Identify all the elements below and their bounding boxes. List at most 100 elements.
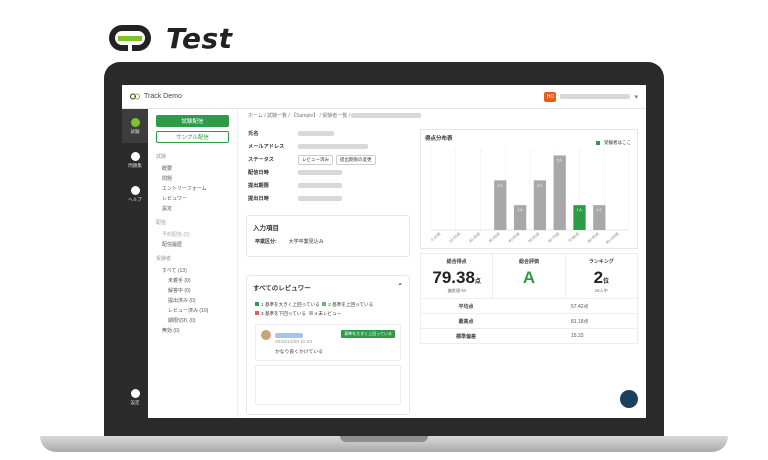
legend-dot: [255, 311, 259, 315]
sidebar-item-exam[interactable]: 試験: [122, 109, 148, 143]
legend-item: 4 未レビュー: [308, 311, 342, 316]
rank-value: 2位: [566, 268, 637, 288]
sidebar-item-settings[interactable]: 設定: [122, 380, 148, 414]
nav-item[interactable]: 設定: [156, 203, 229, 213]
brand: Test: [104, 18, 233, 58]
detail-row: 提出日時: [248, 192, 412, 205]
score-distribution-card: 得点分布表 受験者はここ 0-10点 10-20点 20-30点 2人 30-40点 1人…: [420, 129, 638, 249]
avatar: HO: [544, 91, 557, 102]
sidebar-item-label: 設定: [130, 399, 140, 405]
legend-label: 3 基準を下回っている: [261, 311, 306, 316]
detail-row: メールアドレス: [248, 140, 412, 153]
x-tick-label: 80-90点: [586, 231, 600, 244]
sidebar-item-label: ヘルプ: [128, 196, 142, 202]
detail-value-blurred: [298, 183, 342, 188]
sample-deliver-button[interactable]: サンプル配信: [156, 131, 229, 143]
card-title: すべてのレビュワー ⌃: [247, 276, 409, 298]
sidebar-item-help[interactable]: ヘルプ: [122, 177, 148, 211]
user-menu[interactable]: HO ▾: [544, 91, 638, 102]
stat-label: ランキング: [588, 259, 614, 265]
stat-row-key: 平均点: [458, 303, 474, 310]
score-panel: 得点分布表 受験者はここ 0-10点 10-20点 20-30点 2人 30-40点 1人…: [420, 129, 638, 344]
nav-item[interactable]: 解答中 (0): [156, 285, 229, 295]
deliver-exam-button[interactable]: 試験配信: [156, 115, 229, 127]
x-tick-label: 40-50点: [507, 231, 521, 244]
sidebar-item-label: 試験: [130, 128, 140, 134]
detail-key: 氏名: [248, 131, 259, 137]
legend-item: 1 基準を大きく上回っている: [255, 302, 320, 307]
breadcrumb-blurred: [351, 113, 422, 119]
legend-label: 2 基準を上回っている: [328, 302, 374, 307]
change-deadline-button[interactable]: 提出期限の変更: [336, 154, 376, 165]
legend-dot: [322, 302, 327, 306]
nav-section-title: 配信: [156, 220, 167, 226]
deviation-value: 偏差値 64: [447, 288, 466, 293]
x-tick-label: 0-10点: [430, 231, 442, 242]
reviewers-card: すべてのレビュワー ⌃ 1 基準を大きく上回っている 2 基準を上回っている 3 …: [246, 275, 410, 415]
nav-item[interactable]: レビュー済み (10): [156, 305, 229, 315]
nav-item[interactable]: 期限切れ (0): [156, 315, 229, 325]
detail-row: ステータス レビュー済み 提出期限の変更: [248, 153, 412, 166]
stat-row-key: 標準偏差: [455, 333, 476, 340]
sidebar-item-book[interactable]: 問題集: [122, 143, 148, 177]
brand-logo-icon: [109, 25, 151, 51]
bar-label: 2人: [537, 182, 543, 187]
user-email-blurred: [560, 94, 631, 99]
chevron-up-icon[interactable]: ⌃: [398, 282, 403, 290]
nav-item[interactable]: エントリーフォーム: [156, 183, 229, 193]
nav-item[interactable]: 提出済み (0): [156, 295, 229, 305]
exam-nav: 試験配信 サンプル配信 試験 概要 問題 エントリーフォーム レビュワー 設定 …: [148, 109, 238, 418]
total-score-stat: 総合得点 79.38点 偏差値 64: [421, 254, 494, 298]
detail-value-blurred: [298, 196, 342, 201]
app-logo-icon: [130, 93, 140, 100]
x-tick-label: 20-30点: [468, 231, 482, 244]
chat-icon[interactable]: [620, 390, 638, 408]
x-tick-label: 10-20点: [448, 231, 462, 244]
app-title[interactable]: Track Demo: [130, 93, 182, 100]
laptop-notch: [340, 436, 428, 442]
stat-row-value: 57.42点: [571, 303, 589, 310]
total-score-number: 79.38: [432, 268, 475, 287]
input-item-key: 卒業区分:: [255, 239, 277, 245]
book-icon: [130, 151, 140, 161]
brand-name: Test: [166, 21, 233, 55]
nav-item[interactable]: 無効 (0): [156, 325, 229, 335]
nav-item[interactable]: すべて (13): [156, 265, 229, 275]
nav-item[interactable]: 予約配信 (0): [156, 229, 229, 239]
review-legend: 1 基準を大きく上回っている 2 基準を上回っている 3 基準を下回っている 4…: [247, 298, 409, 320]
bar-label: 1人: [577, 207, 583, 212]
legend-label: 1 基準を大きく上回っている: [261, 302, 320, 307]
legend-label: 4 未レビュー: [314, 311, 342, 316]
stat-row: 最高点 81.18点: [420, 314, 638, 329]
x-tick-label: 90-100点: [605, 231, 620, 245]
nav-item[interactable]: 配信履歴: [156, 239, 229, 249]
nav-item[interactable]: 概要: [156, 163, 229, 173]
x-tick-label: 70-80点: [567, 231, 581, 244]
detail-value-blurred: [298, 131, 334, 136]
nav-section-title: 受験者: [156, 256, 172, 262]
nav-item[interactable]: 問題: [156, 173, 229, 183]
candidate-detail: 氏名 メールアドレス ステータス レビュー済み 提出期限の変更 配信日時 提出期限 …: [248, 127, 412, 205]
review-entry: 基準を大きく上回っている 2022/12/06 11:53 かなり良くかけている: [255, 324, 401, 361]
card-title: 入力項目: [253, 225, 279, 232]
stat-label: 総合評価: [518, 259, 539, 265]
legend-dot: [255, 302, 259, 306]
review-comment: かなり良くかけている: [275, 350, 323, 355]
bar-label: 2人: [498, 182, 504, 187]
sidebar-item-label: 問題集: [128, 162, 142, 168]
input-items-card: 入力項目 卒業区分: 大学卒業見込み: [246, 215, 410, 257]
chart-bar: [533, 180, 547, 230]
nav-item[interactable]: 未着手 (0): [156, 275, 229, 285]
breadcrumb-text[interactable]: ホーム / 試験一覧 / 【Sample】 / 受験者一覧 /: [248, 113, 350, 119]
x-tick-label: 50-60点: [527, 231, 541, 244]
review-grade-badge: 基準を大きく上回っている: [341, 330, 395, 338]
legend-dot: [308, 311, 313, 315]
app-title-text: Track Demo: [144, 93, 182, 100]
reviewers-title: すべてのレビュワー: [253, 285, 311, 292]
stat-row: 標準偏差 15.33: [420, 329, 638, 344]
rank-unit: 位: [603, 279, 610, 285]
ranking-stat: ランキング 2位 16人中: [566, 254, 637, 298]
stat-summary: 総合得点 79.38点 偏差値 64 総合評価 A ランキング 2位 16人中: [420, 253, 638, 299]
bar-label: 3人: [557, 157, 563, 162]
nav-item[interactable]: レビュワー: [156, 193, 229, 203]
